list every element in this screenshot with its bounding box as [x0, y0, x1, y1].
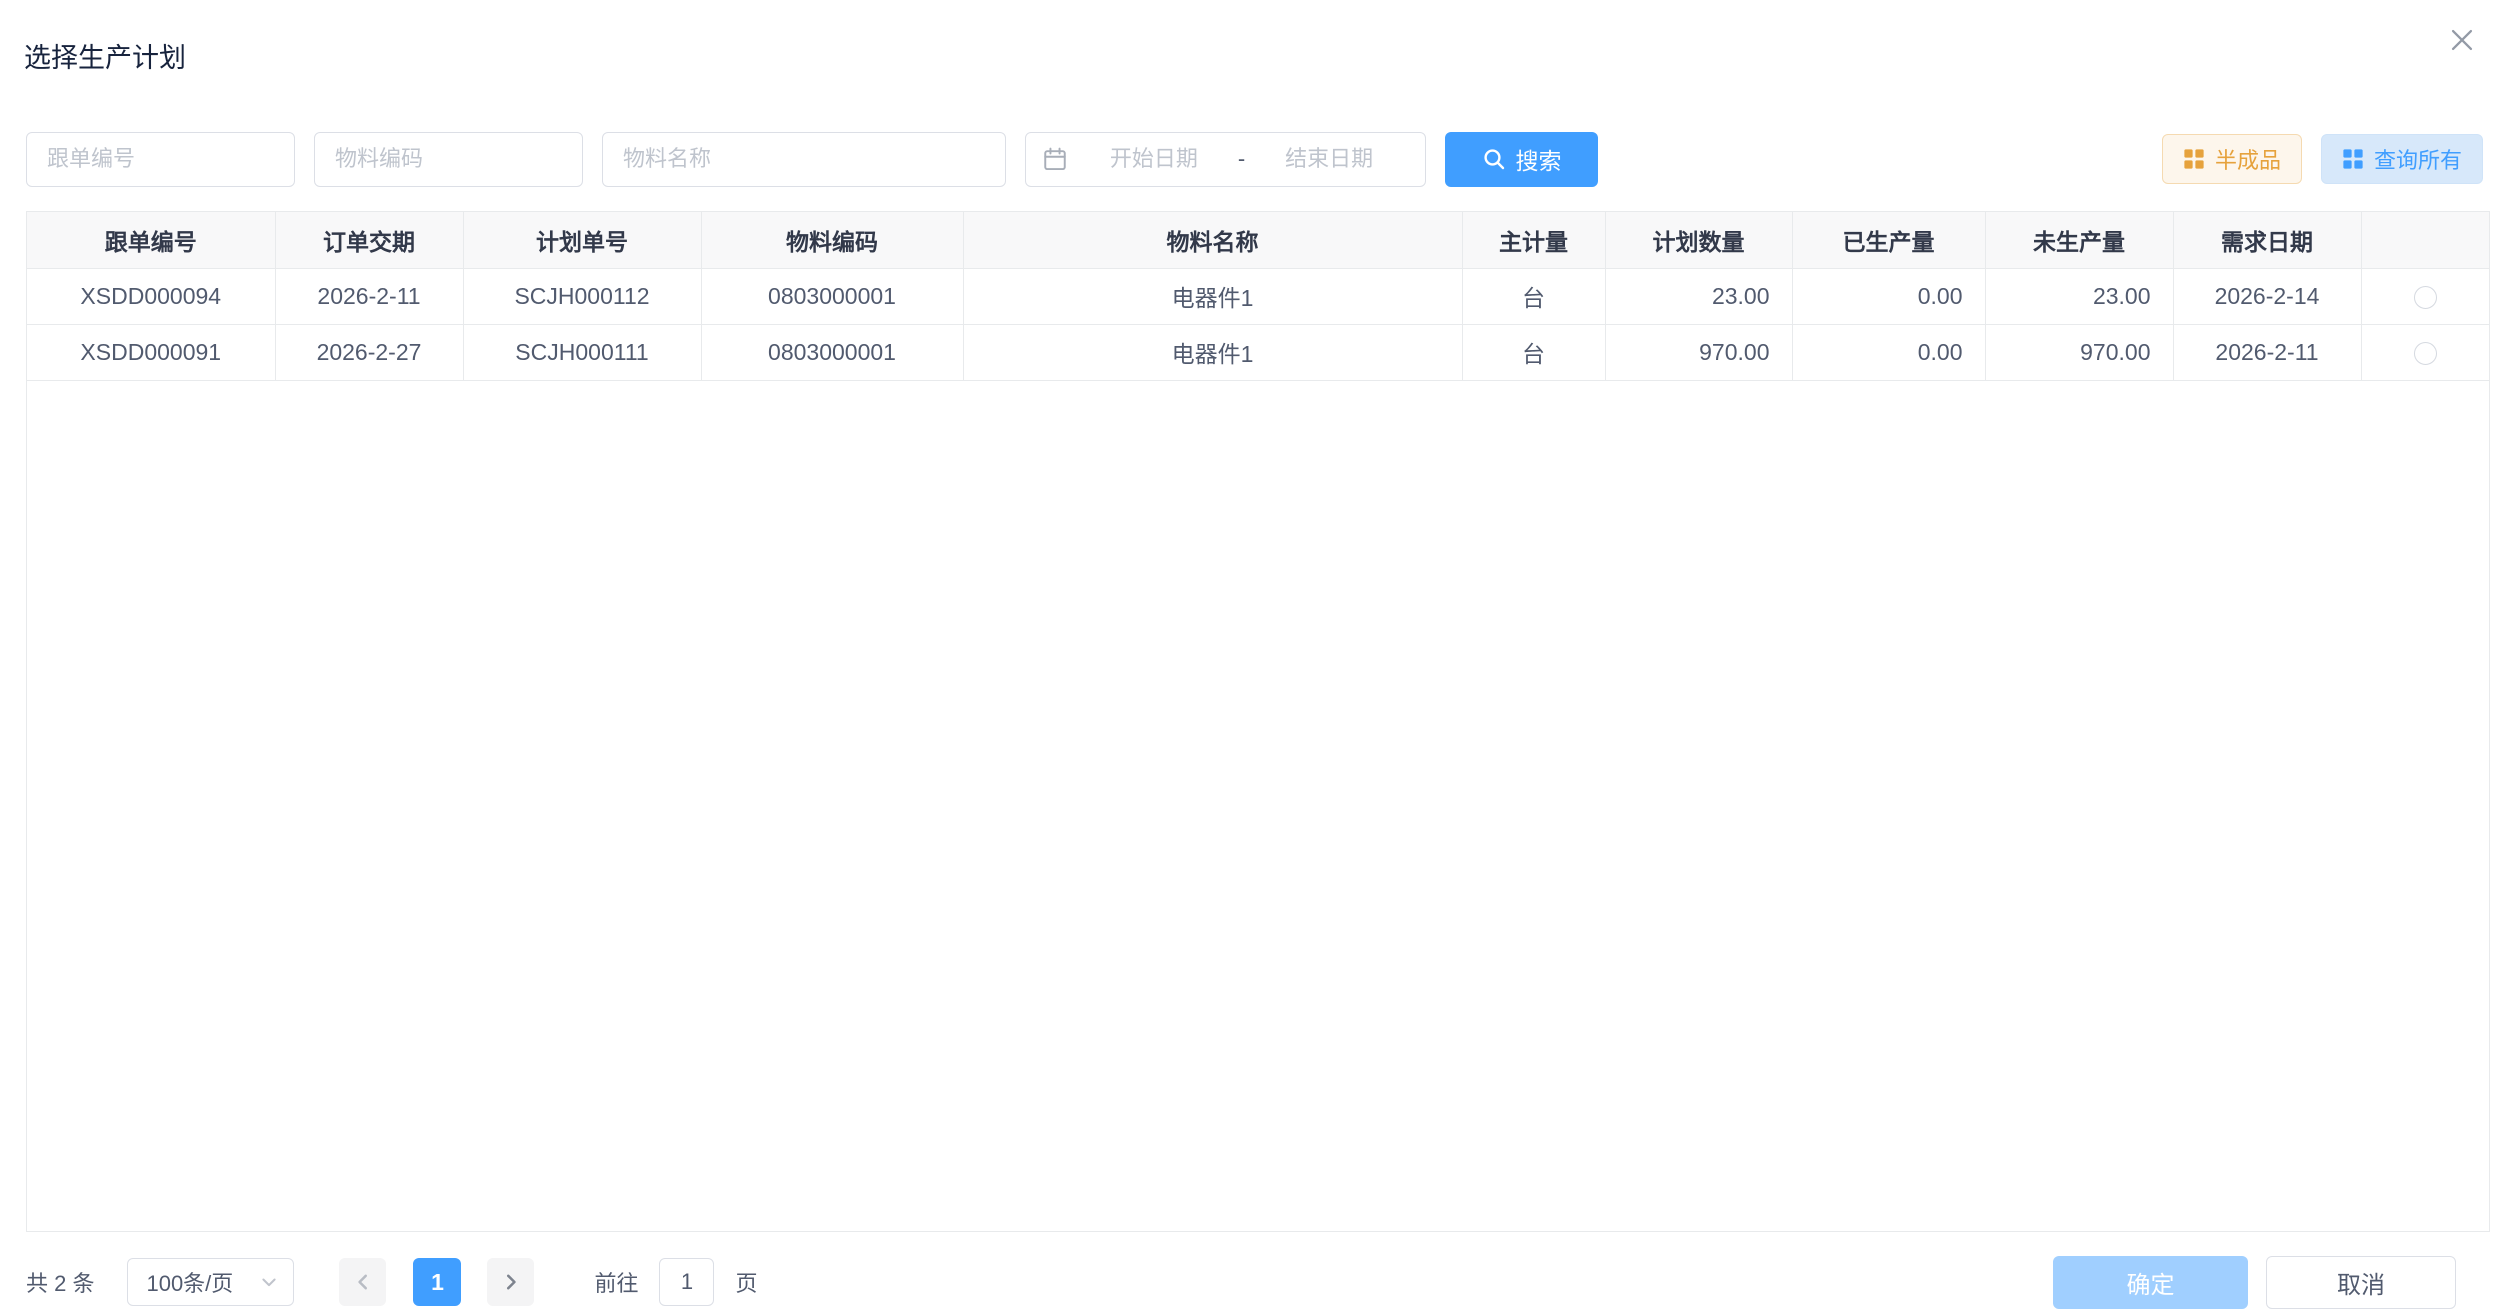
cell-select: [2361, 268, 2489, 324]
chevron-down-icon: [259, 1272, 279, 1292]
col-header-order-no: 跟单编号: [27, 212, 275, 268]
query-all-label: 查询所有: [2374, 143, 2462, 175]
search-button-label: 搜索: [1516, 142, 1562, 176]
date-range-picker[interactable]: -: [1025, 132, 1426, 187]
prev-page-button[interactable]: [339, 1258, 386, 1306]
goto-page-label: 前往: [594, 1266, 638, 1298]
cell-plan-no: SCJH000112: [463, 268, 701, 324]
calendar-icon: [1042, 146, 1068, 172]
filter-bar: - 搜索 半成品 查询所有: [26, 131, 2483, 187]
close-icon-glyph: [2449, 27, 2475, 53]
order-no-input[interactable]: [26, 132, 295, 187]
query-all-button[interactable]: 查询所有: [2321, 134, 2483, 184]
col-header-order-date: 订单交期: [275, 212, 463, 268]
date-end-input[interactable]: [1249, 146, 1409, 172]
table-row[interactable]: XSDD000094 2026-2-11 SCJH000112 08030000…: [27, 268, 2489, 324]
dialog-footer: 共 2 条 100条/页 1 前往 页 确定 取消: [26, 1253, 2456, 1311]
chevron-right-icon: [500, 1271, 522, 1293]
col-header-material-code: 物料编码: [701, 212, 963, 268]
cell-material-name: 电器件1: [963, 324, 1462, 380]
goto-page-input[interactable]: [659, 1258, 714, 1306]
cancel-button[interactable]: 取消: [2266, 1256, 2456, 1309]
page-size-value: 100条/页: [146, 1266, 233, 1298]
grid-icon: [2342, 148, 2364, 170]
cell-material-code: 0803000001: [701, 324, 963, 380]
cell-order-date: 2026-2-27: [275, 324, 463, 380]
col-header-demand-date: 需求日期: [2173, 212, 2361, 268]
date-start-input[interactable]: [1074, 146, 1234, 172]
filter-right-group: 半成品 查询所有: [2162, 134, 2483, 184]
close-icon[interactable]: [2444, 22, 2480, 58]
cell-plan-qty: 23.00: [1605, 268, 1792, 324]
date-separator: -: [1234, 146, 1249, 172]
cell-order-no: XSDD000094: [27, 268, 275, 324]
next-page-button[interactable]: [487, 1258, 534, 1306]
col-header-select: [2361, 212, 2489, 268]
cell-demand-date: 2026-2-14: [2173, 268, 2361, 324]
production-plan-table: 跟单编号 订单交期 计划单号 物料编码 物料名称 主计量 计划数量 已生产量 未…: [26, 211, 2490, 1232]
material-code-input[interactable]: [314, 132, 583, 187]
col-header-unit: 主计量: [1462, 212, 1605, 268]
cell-unproduced-qty: 23.00: [1985, 268, 2173, 324]
grid-icon: [2183, 148, 2205, 170]
material-name-input[interactable]: [602, 132, 1006, 187]
semi-finished-button[interactable]: 半成品: [2162, 134, 2302, 184]
search-icon: [1482, 147, 1506, 171]
cell-plan-qty: 970.00: [1605, 324, 1792, 380]
cell-produced-qty: 0.00: [1792, 268, 1985, 324]
cell-order-date: 2026-2-11: [275, 268, 463, 324]
cell-demand-date: 2026-2-11: [2173, 324, 2361, 380]
page-size-select[interactable]: 100条/页: [127, 1258, 294, 1306]
total-count-label: 共 2 条: [26, 1266, 94, 1298]
semi-finished-label: 半成品: [2215, 143, 2281, 175]
col-header-plan-no: 计划单号: [463, 212, 701, 268]
cell-unit: 台: [1462, 268, 1605, 324]
chevron-left-icon: [352, 1271, 374, 1293]
cell-plan-no: SCJH000111: [463, 324, 701, 380]
col-header-produced-qty: 已生产量: [1792, 212, 1985, 268]
confirm-button[interactable]: 确定: [2053, 1256, 2248, 1309]
page-number-1[interactable]: 1: [413, 1258, 461, 1306]
cell-material-name: 电器件1: [963, 268, 1462, 324]
cell-material-code: 0803000001: [701, 268, 963, 324]
cell-select: [2361, 324, 2489, 380]
col-header-unproduced-qty: 未生产量: [1985, 212, 2173, 268]
row-radio-button[interactable]: [2414, 286, 2437, 309]
cell-unproduced-qty: 970.00: [1985, 324, 2173, 380]
table-header-row: 跟单编号 订单交期 计划单号 物料编码 物料名称 主计量 计划数量 已生产量 未…: [27, 212, 2489, 268]
cell-produced-qty: 0.00: [1792, 324, 1985, 380]
row-radio-button[interactable]: [2414, 342, 2437, 365]
col-header-plan-qty: 计划数量: [1605, 212, 1792, 268]
cell-order-no: XSDD000091: [27, 324, 275, 380]
col-header-material-name: 物料名称: [963, 212, 1462, 268]
cell-unit: 台: [1462, 324, 1605, 380]
footer-actions: 确定 取消: [2053, 1256, 2456, 1309]
table-row[interactable]: XSDD000091 2026-2-27 SCJH000111 08030000…: [27, 324, 2489, 380]
dialog-title: 选择生产计划: [24, 36, 186, 75]
page-unit-label: 页: [735, 1266, 757, 1298]
search-button[interactable]: 搜索: [1445, 132, 1598, 187]
